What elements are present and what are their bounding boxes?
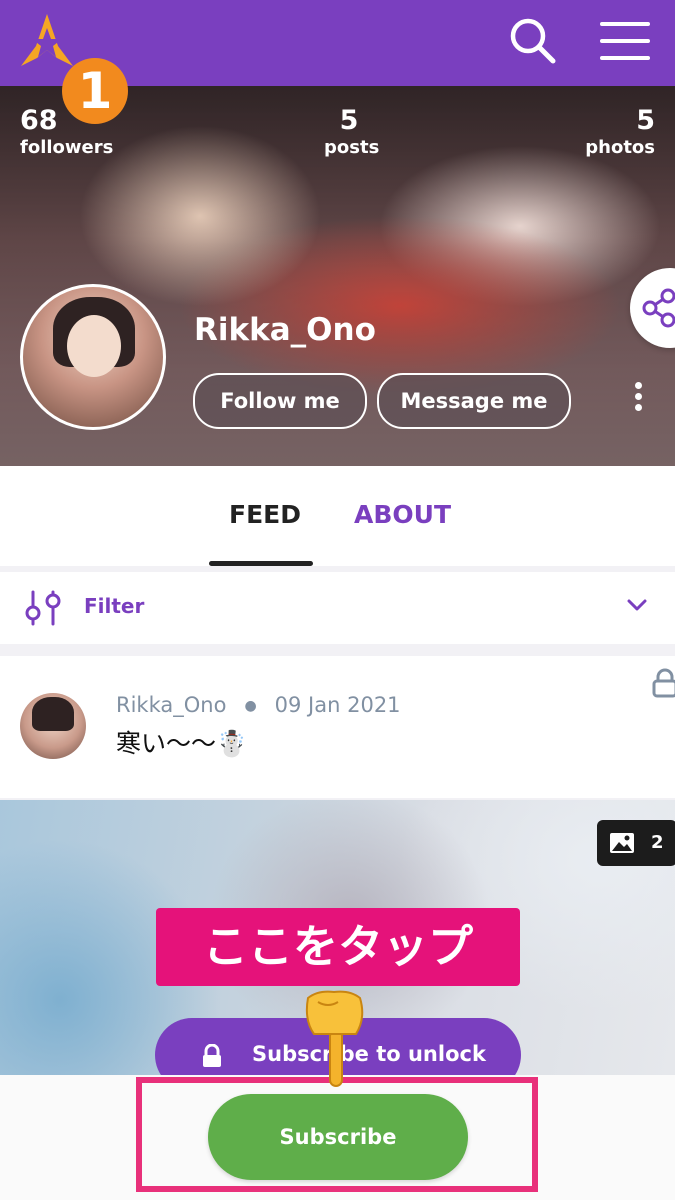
stat-posts[interactable]: 5 posts xyxy=(324,105,380,160)
subscribe-button[interactable]: Subscribe xyxy=(208,1094,468,1180)
hamburger-menu-icon[interactable] xyxy=(598,14,652,68)
profile-tabs: FEED ABOUT xyxy=(0,466,675,566)
message-button[interactable]: Message me xyxy=(377,373,571,429)
filter-label: Filter xyxy=(84,594,145,618)
profile-username: Rikka_Ono xyxy=(194,312,376,348)
filter-bar[interactable]: Filter xyxy=(0,572,675,644)
profile-cover: 68 followers 5 posts 5 photos Rikka_Ono … xyxy=(0,86,675,466)
filter-sliders-icon xyxy=(25,590,61,626)
profile-avatar[interactable] xyxy=(20,284,166,430)
share-icon xyxy=(642,288,675,328)
image-count-badge: 2 xyxy=(597,820,675,866)
active-tab-indicator xyxy=(209,561,313,566)
tab-feed[interactable]: FEED xyxy=(229,500,301,529)
pointing-down-hand-icon xyxy=(305,990,364,1087)
post-author[interactable]: Rikka_Ono xyxy=(116,693,226,717)
star-a-logo-icon[interactable] xyxy=(18,12,76,68)
post-author-avatar[interactable] xyxy=(20,693,86,759)
search-icon[interactable] xyxy=(506,14,560,68)
posts-count: 5 xyxy=(339,105,359,136)
lock-icon xyxy=(203,1044,221,1067)
follow-button[interactable]: Follow me xyxy=(193,373,367,429)
step-number-badge: 1 xyxy=(62,58,128,124)
tap-here-annotation: ここをタップ xyxy=(156,908,520,986)
photos-label: photos xyxy=(585,137,655,158)
stat-photos[interactable]: 5 photos xyxy=(585,106,655,160)
feed-post: Rikka_Ono ● 09 Jan 2021 寒い〜〜☃️ xyxy=(0,656,675,798)
post-date: 09 Jan 2021 xyxy=(274,693,401,717)
photos-count: 5 xyxy=(636,105,655,136)
share-button[interactable] xyxy=(630,268,675,348)
followers-label: followers xyxy=(20,137,114,158)
tab-about[interactable]: ABOUT xyxy=(354,500,451,529)
chevron-down-icon[interactable] xyxy=(626,597,648,613)
post-meta: Rikka_Ono ● 09 Jan 2021 xyxy=(116,693,401,717)
more-vertical-icon[interactable] xyxy=(628,378,648,418)
lock-icon xyxy=(652,668,675,698)
image-icon xyxy=(610,833,634,853)
post-text: 寒い〜〜☃️ xyxy=(116,729,248,758)
posts-label: posts xyxy=(324,137,380,158)
image-count: 2 xyxy=(651,832,664,853)
